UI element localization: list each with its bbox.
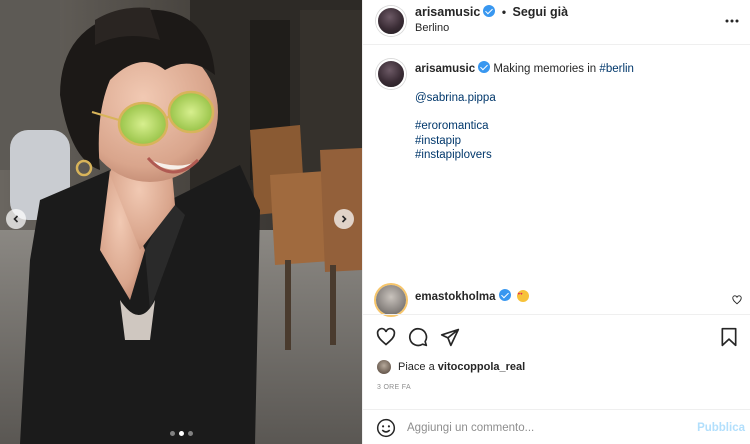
post-timestamp[interactable]: 3 ORE FA [377,384,411,391]
author-avatar[interactable] [376,6,406,36]
caption-text: Making memories in [493,63,597,75]
carousel-indicator [170,431,193,436]
chevron-left-icon [13,215,19,223]
mention-link[interactable]: @sabrina.pippa [415,92,496,104]
previous-photo-button[interactable] [6,209,26,229]
author-line: arisamusic • Segui già [415,5,568,19]
commenter-username[interactable]: emastokholma [415,291,496,303]
author-username[interactable]: arisamusic [415,5,480,19]
verified-badge-icon [498,289,511,301]
more-horizontal-icon [725,19,739,23]
bookmark-icon[interactable] [719,327,739,347]
caption-username[interactable]: arisamusic [415,63,475,75]
more-options-button[interactable] [725,10,739,28]
commenter-avatar[interactable] [376,285,406,315]
heart-icon[interactable] [376,327,396,347]
comment-icon[interactable] [408,327,428,347]
post-location[interactable]: Berlino [415,22,449,34]
likes-summary[interactable]: Piace a vitocoppola_real [398,361,525,373]
emoji-picker-icon[interactable] [376,418,396,438]
hashtag-link[interactable]: #instapiplovers [415,148,735,163]
heart-eyes-emoji-icon [516,290,529,302]
chevron-right-icon [341,215,347,223]
liker-username[interactable]: vitocoppola_real [438,361,525,373]
post-actions [363,314,750,358]
carousel-dot-active [179,431,184,436]
post-image [0,0,362,444]
hashtag-berlin[interactable]: #berlin [599,63,634,75]
share-icon[interactable] [440,327,460,347]
carousel-dot [170,431,175,436]
instagram-post: arisamusic • Segui già Berlino arisamusi… [0,0,750,444]
verified-badge-icon [483,5,496,17]
caption-author-avatar[interactable] [376,59,406,89]
hashtag-link[interactable]: #eroromantica [415,119,735,134]
separator-dot: • [501,5,507,19]
post-caption: arisamusic Making memories in #berlin @s… [415,61,735,163]
next-photo-button[interactable] [334,209,354,229]
following-button[interactable]: Segui già [513,5,569,19]
verified-badge-icon [478,61,491,73]
add-comment-bar: Pubblica [363,409,750,444]
liker-avatar[interactable] [377,360,391,374]
post-side-panel: arisamusic • Segui già Berlino arisamusi… [362,0,750,444]
carousel-dot [188,431,193,436]
comment-item: emastokholma [415,289,529,303]
publish-button[interactable]: Pubblica [697,422,745,434]
comment-input[interactable] [407,417,677,439]
post-header: arisamusic • Segui già Berlino [363,0,750,45]
hashtag-link[interactable]: #instapip [415,134,735,149]
likes-prefix: Piace a [398,361,435,373]
post-photo[interactable] [0,0,362,444]
like-comment-button[interactable] [732,295,742,305]
